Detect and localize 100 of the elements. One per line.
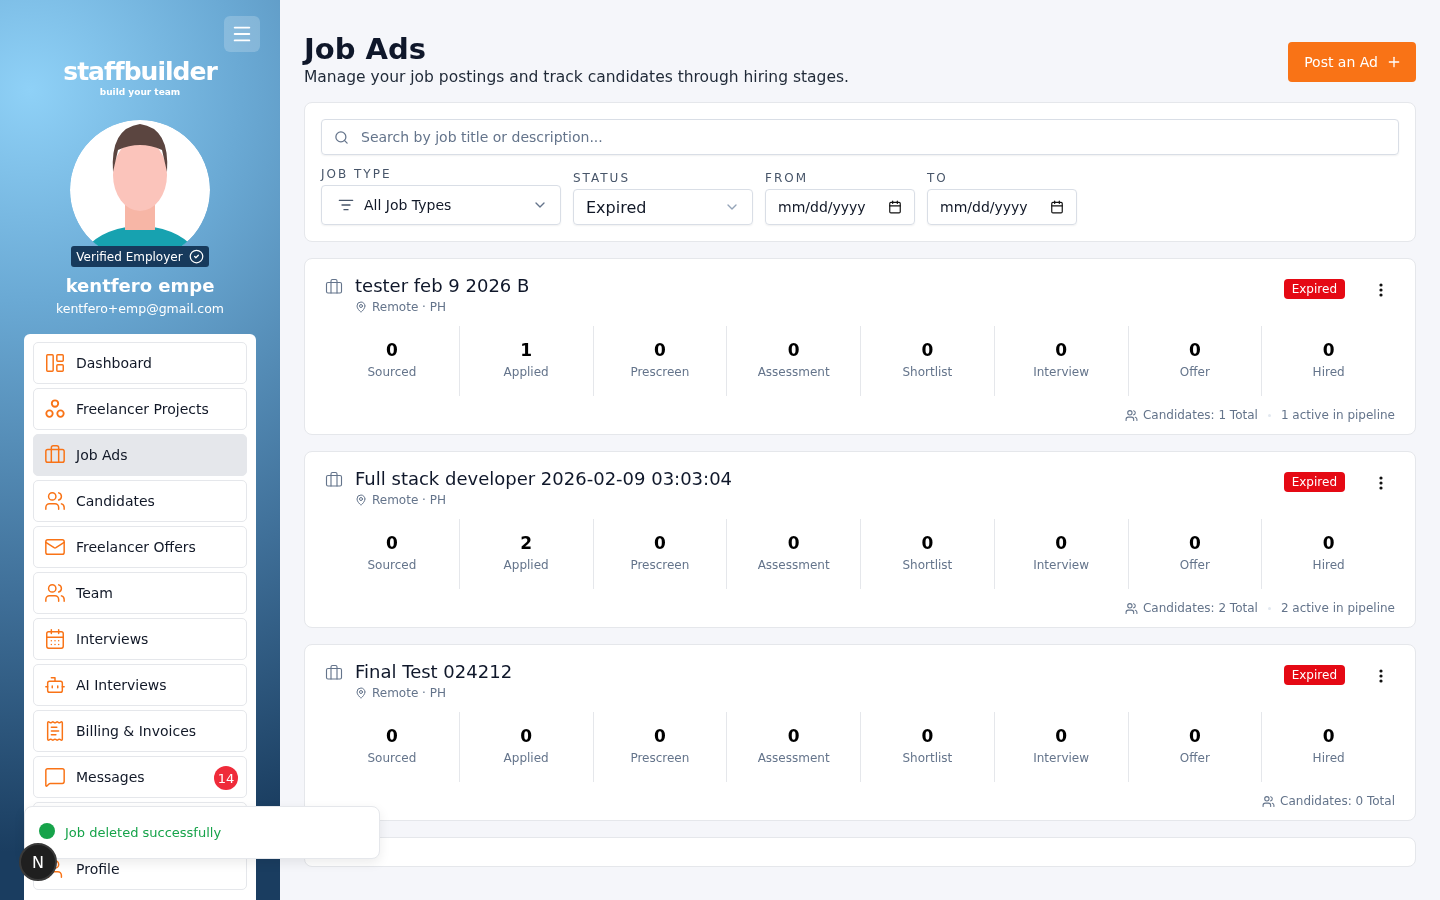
nav-item[interactable]: AI Interviews: [33, 664, 247, 706]
stage-label: Offer: [1179, 365, 1210, 379]
active-count: 1 active in pipeline: [1280, 408, 1395, 422]
layout-icon: [44, 352, 66, 374]
stage-label: Hired: [1312, 751, 1345, 765]
stage-count: 1: [520, 340, 533, 360]
users-icon: [44, 490, 66, 512]
status-badge: Expired: [1283, 665, 1345, 685]
nav-item[interactable]: Freelancer Projects: [33, 388, 247, 430]
stage-label: Applied: [503, 751, 549, 765]
profile-name: kentfero empe: [65, 275, 215, 296]
stage-label: Sourced: [367, 751, 417, 765]
stage-label: Shortlist: [902, 365, 953, 379]
stage-label: Prescreen: [630, 558, 690, 572]
more-button[interactable]: [1379, 283, 1383, 297]
briefcase-icon: [44, 444, 66, 466]
stage-count: 0: [921, 726, 934, 746]
stage-label: Hired: [1312, 365, 1345, 379]
briefcase-icon: [325, 471, 343, 489]
status-badge: Expired: [1283, 279, 1345, 299]
circles-icon: [44, 398, 66, 420]
stage-label: Offer: [1179, 751, 1210, 765]
stage-count: 0: [1188, 340, 1201, 360]
stage-label: Assessment: [757, 751, 830, 765]
stage-count: 0: [1322, 726, 1335, 746]
job-title[interactable]: tester feb 9 2026 B: [355, 275, 1272, 296]
check-icon: [188, 249, 204, 264]
nav-item[interactable]: Dashboard: [33, 342, 247, 384]
stage-label: Applied: [503, 558, 549, 572]
status-select[interactable]: Expired: [573, 189, 753, 225]
status-badge: Expired: [1283, 472, 1345, 492]
nav-item[interactable]: Candidates: [33, 480, 247, 522]
calendar-icon: [44, 628, 66, 650]
verified-badge: Verified Employer: [71, 246, 209, 267]
stage-count: 0: [787, 726, 800, 746]
filter-icon: [338, 197, 354, 213]
unread-badge: 14: [214, 766, 238, 790]
nav-item[interactable]: Team: [33, 572, 247, 614]
logo: staffbuilder build your team: [63, 58, 217, 98]
search-field[interactable]: Search by job title or description...: [321, 119, 1399, 155]
stage-count: 0: [385, 533, 398, 553]
candidates-total: Candidates: 0 Total: [1262, 794, 1395, 808]
pin-icon: [355, 687, 367, 699]
users-icon: [44, 582, 66, 604]
search-icon: [334, 129, 349, 145]
stage-count: 0: [921, 340, 934, 360]
stage-label: Assessment: [757, 558, 830, 572]
candidates-total: Candidates: 2 Total: [1124, 601, 1258, 615]
nav-item[interactable]: Interviews: [33, 618, 247, 660]
page-title: Job Ads: [304, 31, 428, 68]
briefcase-icon: [325, 664, 343, 682]
more-button[interactable]: [1379, 476, 1383, 490]
stage-count: 0: [385, 340, 398, 360]
stage-label: Prescreen: [630, 365, 690, 379]
nav-item[interactable]: Freelancer Offers: [33, 526, 247, 568]
stage-label: Offer: [1179, 558, 1210, 572]
users-icon: [1262, 794, 1276, 808]
stage-label: Sourced: [367, 365, 417, 379]
stage-count: 0: [653, 533, 666, 553]
job-title[interactable]: Final Test 024212: [355, 661, 1272, 682]
plus-icon: [1386, 54, 1402, 70]
stage-count: 0: [385, 726, 398, 746]
more-button[interactable]: [1379, 669, 1383, 683]
job-title[interactable]: Full stack developer 2026-02-09 03:03:04: [355, 468, 1272, 489]
stage-count: 0: [1188, 533, 1201, 553]
job-location: Remote · PH: [355, 300, 1272, 314]
nav-item[interactable]: Billing & Invoices: [33, 710, 247, 752]
stage-label: Assessment: [757, 365, 830, 379]
filter-label: STATUS: [573, 171, 632, 185]
date-field[interactable]: mm/dd/yyyy: [765, 189, 915, 225]
stage-label: Interview: [1033, 365, 1090, 379]
stage-count: 0: [653, 726, 666, 746]
job-location: Remote · PH: [355, 686, 1272, 700]
nav-item[interactable]: Job Ads: [33, 434, 247, 476]
page-subtitle: Manage your job postings and track candidates through hiring stages.: [304, 68, 849, 86]
pin-icon: [355, 494, 367, 506]
job-type-select[interactable]: All Job Types: [321, 185, 561, 225]
stage-count: 2: [520, 533, 533, 553]
users-icon: [1124, 601, 1138, 615]
receipt-icon: [44, 720, 66, 742]
users-icon: [1124, 408, 1138, 422]
candidates-total: Candidates: 1 Total: [1124, 408, 1258, 422]
calendar-icon: [888, 200, 902, 214]
pin-icon: [355, 301, 367, 313]
date-field[interactable]: mm/dd/yyyy: [927, 189, 1077, 225]
more-icon: [1379, 283, 1383, 297]
more-icon: [1379, 476, 1383, 490]
success-icon: [39, 823, 55, 839]
stage-label: Interview: [1033, 558, 1090, 572]
robot-icon: [44, 674, 66, 696]
nav-item[interactable]: Messages 14: [33, 756, 247, 798]
stage-label: Sourced: [367, 558, 417, 572]
stage-count: 0: [1322, 533, 1335, 553]
profile-email: kentfero+emp@gmail.com: [55, 301, 225, 316]
stage-count: 0: [1322, 340, 1335, 360]
stage-count: 0: [787, 340, 800, 360]
stage-count: 0: [1055, 726, 1068, 746]
stage-label: Prescreen: [630, 751, 690, 765]
message-icon: [44, 766, 66, 788]
active-count: 2 active in pipeline: [1280, 601, 1395, 615]
